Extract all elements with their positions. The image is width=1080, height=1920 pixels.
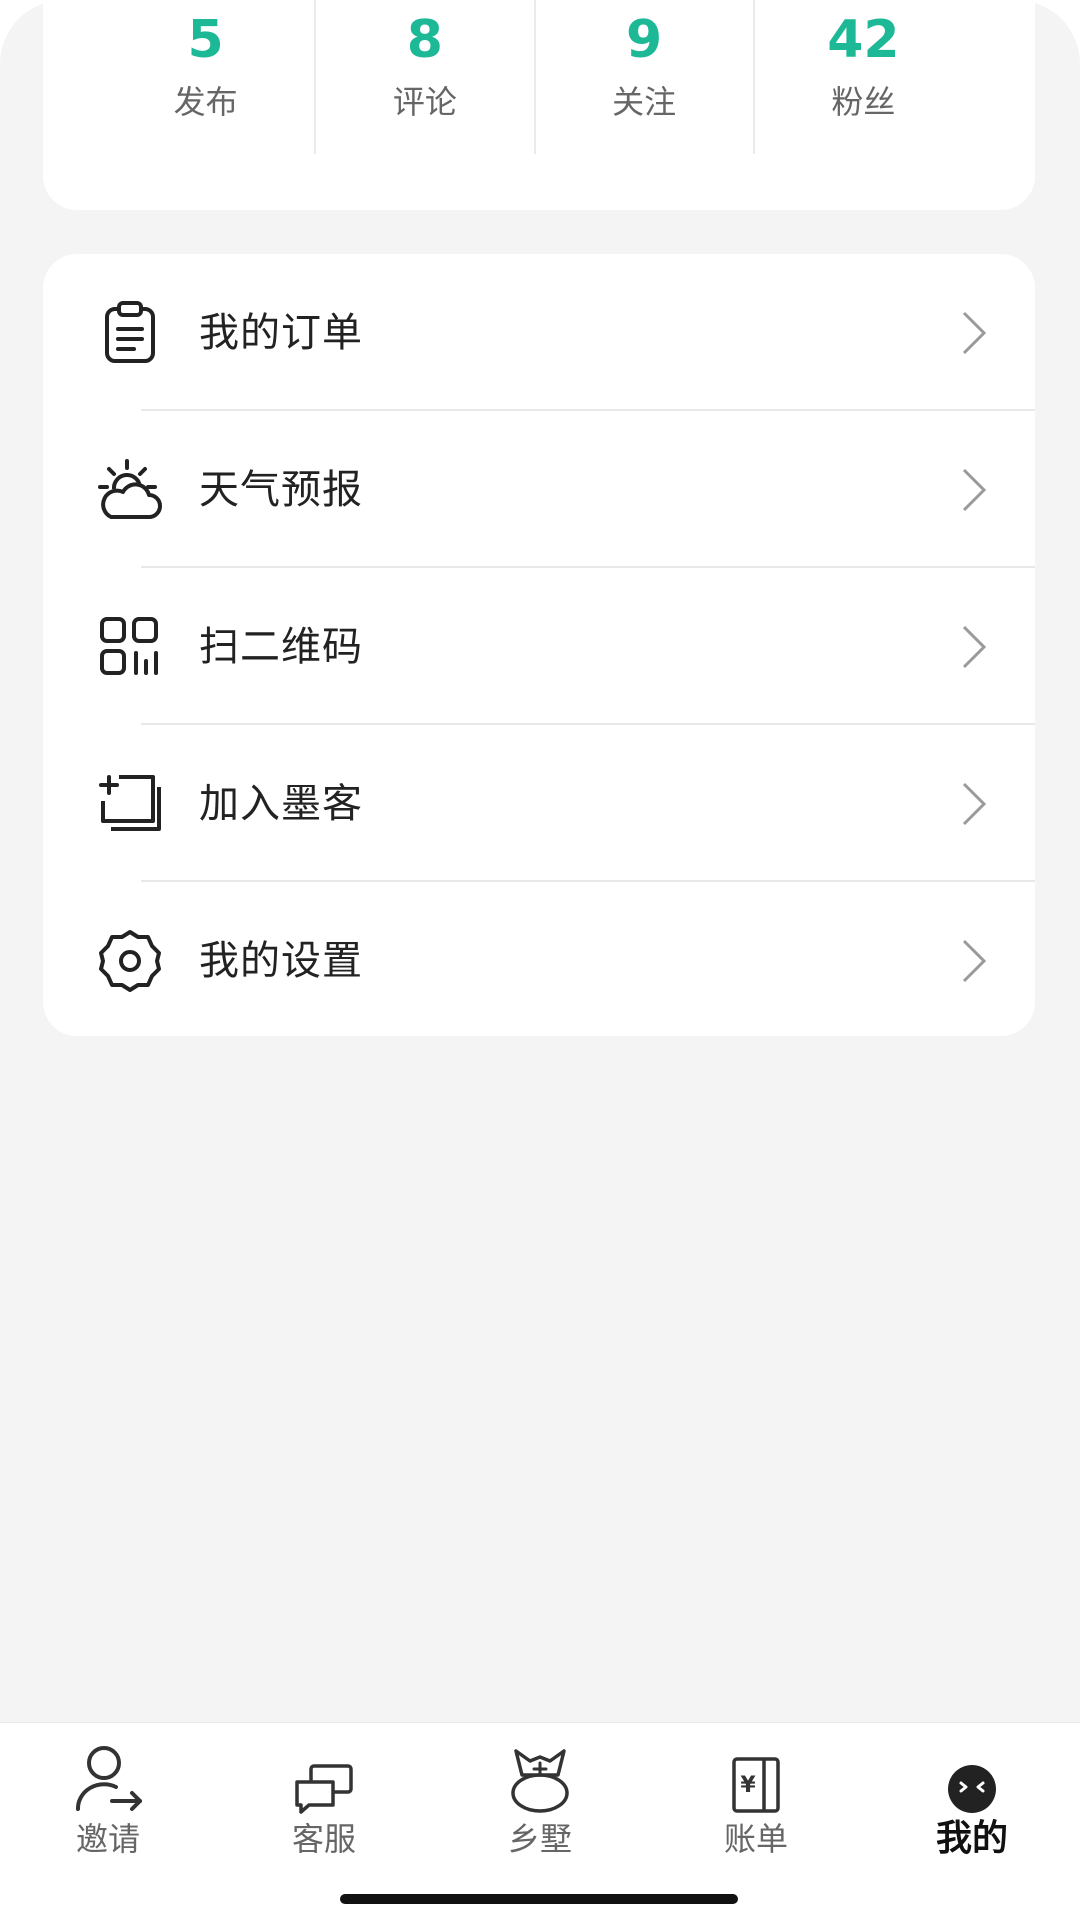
menu-item-join[interactable]: 加入墨客	[43, 725, 1035, 882]
profile-screen: 5 发布 8 评论 9 关注 42 粉丝 我的订单 天气预报 扫二维码 加入墨客…	[0, 0, 1080, 1920]
stat-value: 9	[626, 10, 663, 70]
menu-card: 我的订单 天气预报 扫二维码 加入墨客 我的设置	[43, 254, 1035, 1036]
stats-row: 5 发布 8 评论 9 关注 42 粉丝	[97, 0, 972, 154]
qr-code-icon	[100, 617, 158, 675]
weather-icon	[98, 459, 162, 519]
home-indicator	[340, 1894, 738, 1904]
menu-item-label: 我的设置	[199, 937, 363, 984]
chevron-right-icon	[962, 939, 987, 982]
chat-bubbles-icon	[295, 1764, 353, 1814]
tab-label: 客服	[291, 1820, 356, 1858]
svg-text:¥: ¥	[740, 1773, 756, 1798]
clipboard-icon	[105, 301, 155, 363]
tab-customer-service[interactable]: 客服	[216, 1723, 432, 1863]
stat-posts[interactable]: 5 发布	[97, 0, 317, 154]
tab-mine[interactable]: 我的	[864, 1723, 1080, 1863]
stat-label: 发布	[173, 83, 238, 121]
stat-label: 粉丝	[831, 83, 896, 121]
stat-label: 评论	[392, 83, 457, 121]
tab-bill[interactable]: ¥ 账单	[648, 1723, 864, 1863]
tab-village[interactable]: 乡墅	[432, 1723, 648, 1863]
menu-item-label: 天气预报	[199, 466, 363, 513]
tab-invite[interactable]: 邀请	[0, 1723, 216, 1863]
menu-item-scan-qr[interactable]: 扫二维码	[43, 568, 1035, 725]
stat-following[interactable]: 9 关注	[536, 0, 755, 154]
stat-value: 8	[406, 10, 443, 70]
menu-item-settings[interactable]: 我的设置	[43, 882, 1035, 1039]
tab-label: 我的	[935, 1818, 1008, 1859]
stat-label: 关注	[612, 83, 677, 121]
tab-label: 账单	[723, 1820, 788, 1858]
tab-label: 邀请	[75, 1820, 140, 1858]
chevron-right-icon	[962, 311, 987, 354]
chevron-right-icon	[962, 468, 987, 511]
chevron-right-icon	[962, 625, 987, 668]
gear-icon	[99, 930, 161, 992]
stat-comments[interactable]: 8 评论	[316, 0, 536, 154]
bill-yen-icon: ¥	[732, 1757, 780, 1813]
bottom-tab-bar: 邀请 客服 乡墅 ¥ 账单 我的	[0, 1722, 1080, 1920]
stat-value: 5	[187, 10, 224, 70]
village-mascot-icon	[511, 1749, 569, 1813]
stat-value: 42	[827, 10, 900, 70]
menu-item-label: 扫二维码	[199, 623, 363, 670]
invite-user-icon	[75, 1746, 142, 1811]
tab-label: 乡墅	[507, 1820, 572, 1858]
profile-face-icon	[948, 1765, 996, 1813]
menu-item-label: 我的订单	[199, 309, 363, 356]
add-copy-icon	[99, 775, 161, 831]
chevron-right-icon	[962, 782, 987, 825]
menu-item-orders[interactable]: 我的订单	[43, 254, 1035, 411]
menu-item-label: 加入墨客	[199, 780, 363, 827]
menu-item-weather[interactable]: 天气预报	[43, 411, 1035, 568]
stat-followers[interactable]: 42 粉丝	[755, 0, 972, 154]
